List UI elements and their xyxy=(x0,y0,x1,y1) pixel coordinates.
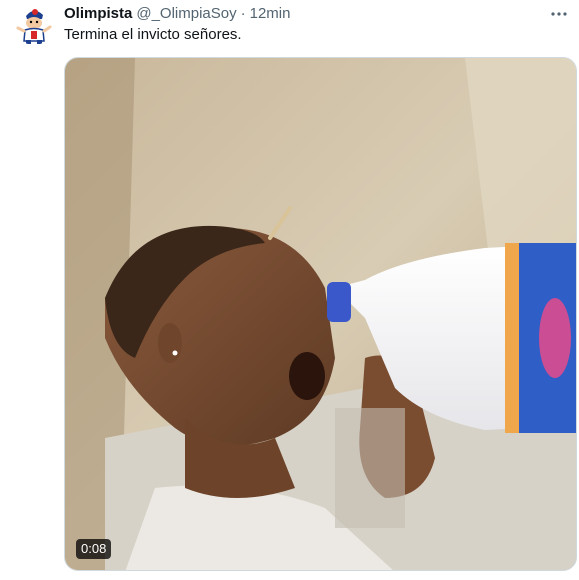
separator-dot: · xyxy=(240,5,246,22)
tweet-card[interactable]: Olimpista @_OlimpiaSoy · 12min Termina e… xyxy=(0,0,579,580)
video-thumbnail xyxy=(65,58,576,570)
more-options-button[interactable] xyxy=(549,4,569,24)
avatar[interactable] xyxy=(13,3,55,45)
timestamp[interactable]: 12min xyxy=(250,4,291,24)
author-handle[interactable]: @_OlimpiaSoy xyxy=(136,4,236,24)
author-name[interactable]: Olimpista xyxy=(64,4,132,24)
mascot-avatar-icon xyxy=(13,3,55,45)
tweet-text: Termina el invicto señores. xyxy=(64,26,242,43)
more-options-icon xyxy=(551,12,567,16)
tweet-header: Olimpista @_OlimpiaSoy · 12min xyxy=(64,4,569,24)
video-duration-badge: 0:08 xyxy=(76,539,112,559)
video-player[interactable]: 0:08 xyxy=(64,57,577,571)
